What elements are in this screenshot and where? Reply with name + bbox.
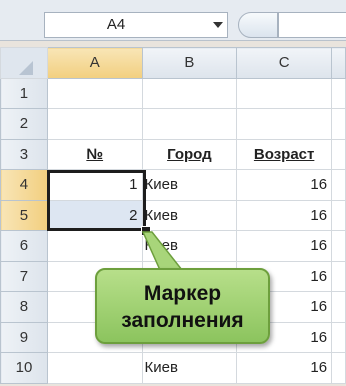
fill-handle-callout: Маркер заполнения — [95, 268, 270, 344]
callout-pointer-shape — [141, 231, 184, 271]
callout-line-1: Маркер — [143, 282, 222, 305]
callout-line-2: заполнения — [121, 309, 244, 332]
